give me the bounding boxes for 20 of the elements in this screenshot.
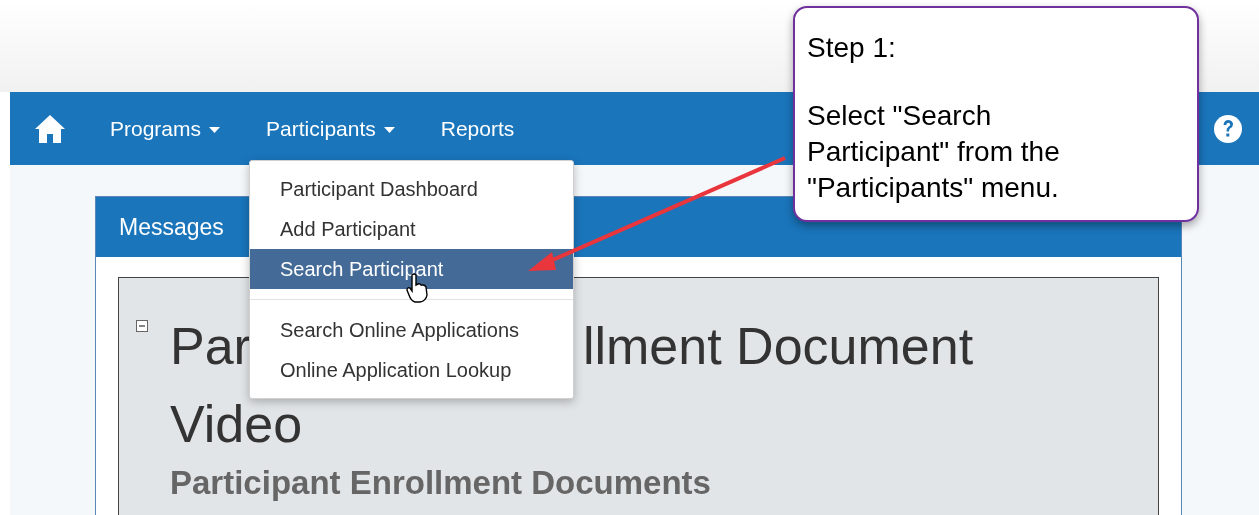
nav-link[interactable]: Programs xyxy=(110,112,221,145)
subheading: Participant Enrollment Documents xyxy=(170,463,711,503)
collapse-icon[interactable] xyxy=(136,320,148,332)
panel-title: Messages xyxy=(119,212,224,242)
callout-text: Step 1: xyxy=(807,31,897,65)
callout-text: Select "Search Participant" from the "Participants" menu. xyxy=(807,99,1061,205)
nav-link[interactable]: Participants xyxy=(266,112,395,145)
home-icon[interactable] xyxy=(34,113,66,144)
nav-link[interactable]: Reports xyxy=(440,112,515,145)
caret-icon xyxy=(209,127,221,133)
caret-icon xyxy=(383,127,395,133)
help-icon[interactable] xyxy=(1213,113,1243,144)
heading-text: Video xyxy=(170,396,303,452)
menu-item[interactable]: Search Participant xyxy=(250,249,573,289)
menu-item[interactable]: Participant Dashboard xyxy=(250,169,573,209)
heading-text: llment Document xyxy=(582,318,974,374)
heading-text: Par xyxy=(170,318,251,374)
menu-item[interactable]: Add Participant xyxy=(250,209,573,249)
menu-item[interactable]: Search Online Applications xyxy=(250,310,573,350)
menu-item[interactable]: Online Application Lookup xyxy=(250,350,573,390)
